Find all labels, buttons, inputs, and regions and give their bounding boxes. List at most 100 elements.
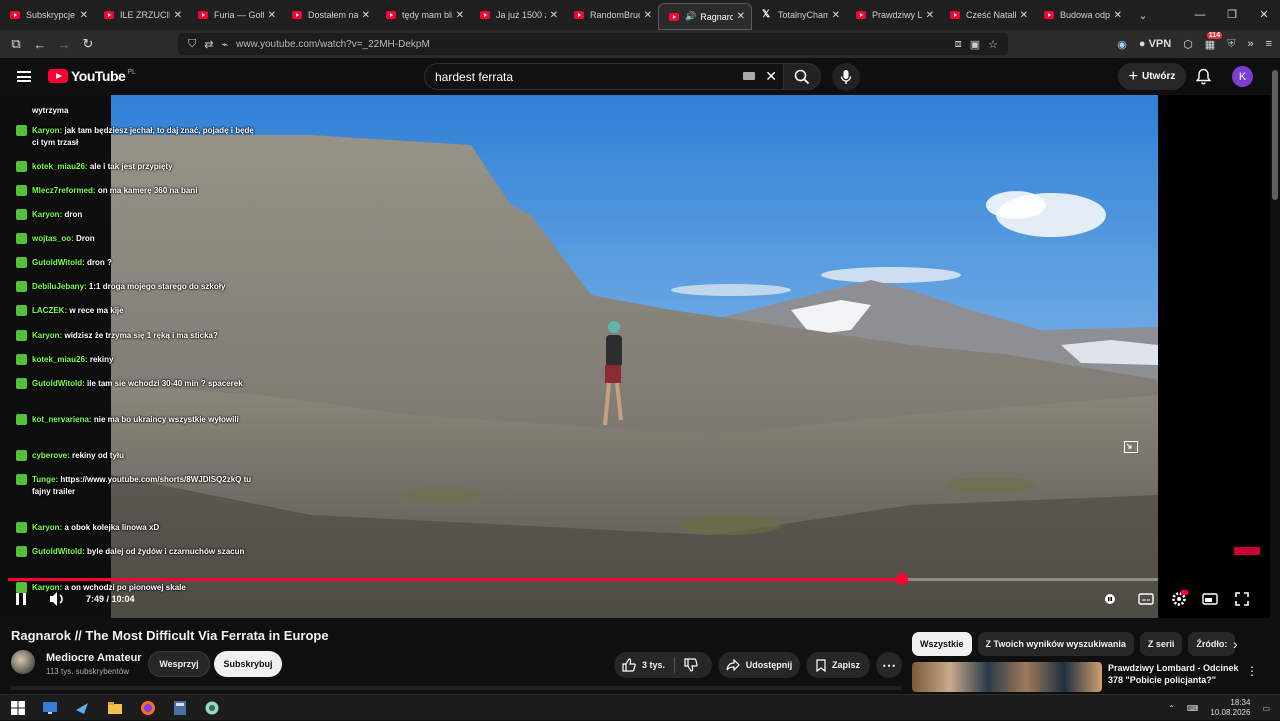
close-icon[interactable]: ✕ — [268, 10, 276, 21]
volume-icon[interactable] — [48, 590, 66, 608]
chip-source[interactable]: Źródło: — [1188, 632, 1236, 656]
browser-tab-active[interactable]: 🔊 Ragnarok // ✕ — [658, 3, 752, 30]
reload-icon[interactable]: ↻ — [76, 36, 100, 52]
close-icon[interactable]: ✕ — [644, 10, 652, 21]
chat-avatar-icon[interactable] — [16, 233, 27, 244]
search-value[interactable]: hardest ferrata — [435, 70, 513, 84]
extension-badge-icon[interactable]: ▦ 114 — [1205, 31, 1223, 51]
file-explorer-icon[interactable] — [107, 700, 123, 716]
extension-shield-icon[interactable]: ◉ — [1117, 38, 1127, 51]
back-icon[interactable]: ← — [28, 37, 52, 52]
browser-tab[interactable]: Prawdziwy Lomb ✕ — [846, 0, 940, 30]
recommendation-thumbnail[interactable] — [912, 662, 1102, 692]
voice-search-button[interactable] — [832, 63, 860, 91]
chat-username[interactable]: Mlecz7reformed: — [32, 186, 96, 195]
recommendation-title[interactable]: Prawdziwy Lombard - Odcinek 378 "Pobicie… — [1108, 662, 1240, 686]
close-icon[interactable]: ✕ — [832, 10, 840, 21]
clear-search-icon[interactable]: ✕ — [765, 68, 777, 85]
windows-start-icon[interactable] — [10, 700, 26, 716]
browser-tab[interactable]: Cześć Natalka, n ✕ — [940, 0, 1034, 30]
chat-avatar-icon[interactable] — [16, 281, 27, 292]
channel-avatar[interactable] — [11, 650, 35, 674]
speaker-icon[interactable]: 🔊 — [685, 11, 696, 22]
subtitles-icon[interactable] — [1138, 590, 1154, 608]
miniplayer-toggle-icon[interactable] — [1202, 590, 1218, 608]
more-actions-icon[interactable]: ⋯ — [876, 652, 902, 678]
close-icon[interactable]: ✕ — [550, 10, 558, 21]
notifications-button[interactable] — [1195, 68, 1212, 90]
chat-username[interactable]: kotek_miau26: — [32, 162, 88, 171]
search-input[interactable]: hardest ferrata ✕ — [424, 63, 786, 90]
chat-avatar-icon[interactable] — [16, 474, 27, 485]
hamburger-menu-icon[interactable] — [17, 71, 31, 82]
autoplay-toggle-icon[interactable] — [1104, 590, 1116, 608]
chat-avatar-icon[interactable] — [16, 414, 27, 425]
browser-tab[interactable]: Subskrypcje - YouTube ✕ — [0, 0, 94, 30]
close-icon[interactable]: ✕ — [174, 10, 182, 21]
chat-username[interactable]: Karyon: — [32, 331, 62, 340]
settings-gear-icon[interactable] — [1170, 590, 1188, 608]
chip-all[interactable]: Wszystkie — [912, 632, 972, 656]
chat-username[interactable]: LACZEK: — [32, 306, 67, 315]
browser-tab[interactable]: Budowa odpowi ✕ — [1034, 0, 1128, 30]
chat-avatar-icon[interactable] — [16, 125, 27, 136]
chat-avatar-icon[interactable] — [16, 450, 27, 461]
sidebar-toggle-icon[interactable]: » — [1247, 38, 1253, 50]
chat-username[interactable]: wojtas_oo: — [32, 234, 74, 243]
chat-username[interactable]: Tunge: — [32, 475, 58, 484]
like-count[interactable]: 3 tys. — [642, 660, 665, 670]
notification-center-icon[interactable]: ▭ — [1262, 704, 1270, 713]
miniplayer-icon[interactable] — [1124, 440, 1138, 458]
close-icon[interactable]: ✕ — [737, 11, 745, 22]
join-button[interactable]: Wesprzyj — [148, 651, 210, 677]
ublock-icon[interactable]: ⛨ — [1227, 38, 1235, 51]
chat-username[interactable]: cyberove: — [32, 451, 70, 460]
browser-tab[interactable]: Dostałem nagan ✕ — [282, 0, 376, 30]
video-player[interactable]: wytrzyma Karyon: jak tam będziesz jechał,… — [0, 95, 1270, 618]
page-scrollbar[interactable] — [1270, 58, 1280, 692]
chat-username[interactable]: Karyon: — [32, 523, 62, 532]
close-icon[interactable]: ✕ — [926, 10, 934, 21]
forward-icon[interactable]: → — [52, 37, 76, 52]
chat-avatar-icon[interactable] — [16, 522, 27, 533]
subscribe-button[interactable]: Subskrybuj — [214, 651, 282, 677]
calculator-icon[interactable] — [172, 700, 188, 716]
share-button[interactable]: Udostępnij — [718, 652, 800, 678]
chevron-right-icon[interactable]: › — [1233, 636, 1238, 652]
site-settings-icon[interactable]: ⇄ — [204, 38, 213, 51]
minimize-icon[interactable]: — — [1184, 0, 1216, 30]
pause-icon[interactable] — [16, 593, 26, 605]
video-frame[interactable] — [111, 95, 1158, 618]
chat-avatar-icon[interactable] — [16, 257, 27, 268]
chat-username[interactable]: GutoldWitold: — [32, 379, 85, 388]
browser-tab[interactable]: Furia — Golfiarz ✕ — [188, 0, 282, 30]
chat-avatar-icon[interactable] — [16, 209, 27, 220]
save-button[interactable]: Zapisz — [806, 652, 870, 678]
link-icon[interactable]: ⌁ — [221, 38, 228, 51]
chat-username[interactable]: GutoldWitold: — [32, 547, 85, 556]
chat-avatar-icon[interactable] — [16, 354, 27, 365]
close-icon[interactable]: ✕ — [456, 10, 464, 21]
create-button[interactable]: + Utwórz — [1118, 63, 1186, 90]
chat-avatar-icon[interactable] — [16, 378, 27, 389]
browser-tab[interactable]: 𝕏 TotalnyChampio ✕ — [752, 0, 846, 30]
chat-avatar-icon[interactable] — [16, 305, 27, 316]
chat-avatar-icon[interactable] — [16, 161, 27, 172]
shield-icon[interactable]: ⛉ — [188, 38, 196, 51]
progress-bar[interactable] — [8, 573, 1158, 585]
browser-tab[interactable]: Ja już 1500 zł pi ✕ — [470, 0, 564, 30]
description-box[interactable] — [11, 686, 901, 690]
fullscreen-icon[interactable] — [1235, 590, 1249, 608]
monitor-app-icon[interactable] — [42, 700, 58, 716]
youtube-logo[interactable]: YouTube PL — [48, 68, 136, 84]
picture-in-picture-icon[interactable]: ⧈ — [955, 38, 962, 51]
account-avatar[interactable]: K — [1232, 66, 1253, 87]
menu-icon[interactable]: ≡ — [1266, 38, 1272, 50]
search-button[interactable] — [783, 63, 821, 90]
kebab-menu-icon[interactable]: ⋮ — [1246, 664, 1258, 678]
url-text[interactable]: www.youtube.com/watch?v=_22MH-DekpM — [236, 39, 947, 50]
chat-username[interactable]: GutoldWitold: — [32, 258, 85, 267]
bookmark-star-icon[interactable]: ☆ — [988, 38, 998, 51]
chat-username[interactable]: kot_nervariena: — [32, 415, 92, 424]
thumbs-down-icon[interactable] — [684, 658, 698, 672]
